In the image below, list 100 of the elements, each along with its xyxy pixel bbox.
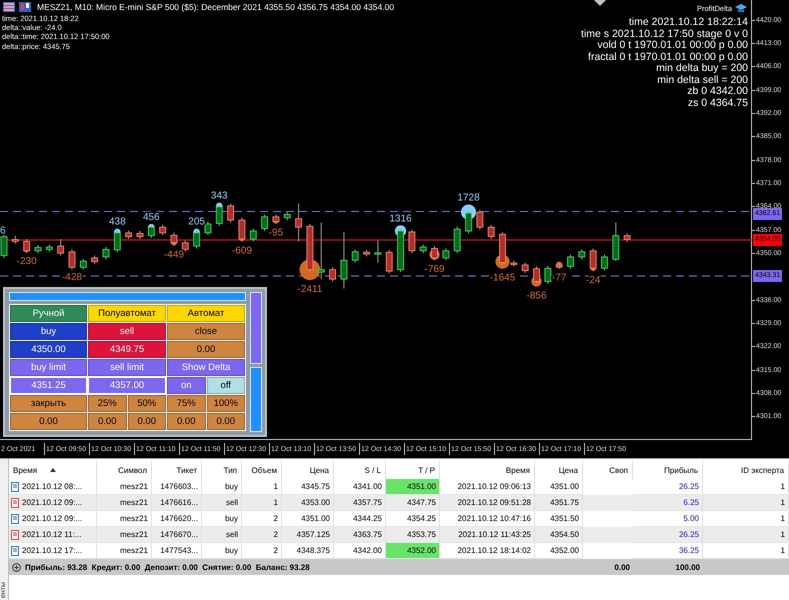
delta-label: 6 (0, 226, 6, 237)
close-part-button[interactable]: 75% (167, 395, 206, 412)
table-cell: mesz21 (120, 514, 148, 523)
column-header[interactable]: Цена (535, 461, 583, 479)
close-part-field[interactable]: 0.00 (88, 413, 126, 430)
mode-button[interactable]: Полуавтомат (88, 305, 166, 322)
close-part-field[interactable]: 0.00 (167, 413, 206, 430)
column-header[interactable]: Прибыль (633, 461, 703, 479)
table-cell: 1 (780, 546, 785, 555)
candlestick (0, 234, 8, 258)
candlestick (431, 246, 438, 261)
candlestick (544, 265, 552, 284)
table-cell: 4344.25 (353, 514, 382, 523)
table-cell: 1477543... (160, 546, 198, 555)
close-part-button[interactable]: закрыть (10, 395, 87, 412)
candlestick (295, 203, 302, 242)
column-header[interactable]: Объем (242, 461, 282, 479)
table-cell: buy (225, 482, 238, 491)
close-part-field[interactable]: 0.00 (10, 413, 87, 430)
table-cell: 4342.00 (353, 546, 382, 555)
column-header[interactable]: S / L (334, 461, 386, 479)
buy-button[interactable]: buy (10, 323, 87, 340)
candlestick (170, 232, 178, 246)
table-cell: 4363.75 (353, 530, 382, 539)
sell-button[interactable]: sell (88, 323, 166, 340)
candlestick (148, 224, 155, 239)
buy-limit-field[interactable]: 4351.25 (10, 377, 87, 394)
table-cell: 4351.75 (550, 498, 579, 507)
delta-label: 1316 (389, 213, 412, 224)
close-part-button[interactable]: 25% (88, 395, 126, 412)
mode-button[interactable]: Ручной (10, 305, 87, 322)
column-header[interactable]: Тикет (152, 461, 202, 479)
sell-limit-button[interactable]: sell limit (88, 359, 166, 376)
candlestick (46, 244, 53, 252)
candlestick (329, 266, 336, 282)
scroll-track[interactable] (250, 367, 262, 432)
info-line: zb 0 4342.00 (687, 86, 748, 98)
close-value-field[interactable]: 0.00 (167, 341, 245, 358)
table-cell: 1476670... (160, 530, 198, 539)
table-cell: 1 (780, 514, 785, 523)
column-header[interactable]: Время (9, 461, 97, 479)
close-part-button[interactable]: 100% (206, 395, 245, 412)
table-cell: 2 (274, 514, 278, 523)
candlestick (34, 244, 42, 254)
delta-label: -230 (16, 256, 37, 268)
sell-limit-field[interactable]: 4357.00 (88, 377, 166, 394)
candlestick (284, 212, 291, 221)
info-line: time s 2021.10.12 17:50 stage 0 v 0 (581, 28, 748, 40)
column-header[interactable]: Своп (583, 461, 633, 479)
show-delta-button[interactable]: Show Delta (167, 359, 245, 376)
candles-icon[interactable] (19, 2, 31, 12)
table-cell: 2021.10.12 11:43:25 (458, 530, 531, 539)
candlestick (352, 248, 359, 264)
delta-label: -609 (232, 245, 252, 256)
toggle-button[interactable]: off (206, 377, 245, 394)
table-cell: 4347.75 (386, 495, 440, 511)
scroll-thumb[interactable] (250, 292, 262, 364)
column-header[interactable]: Цена (282, 461, 334, 479)
buy-price-field[interactable]: 4350.00 (10, 341, 87, 358)
candlestick (318, 222, 325, 280)
close-part-field[interactable]: 0.00 (128, 413, 166, 430)
close-part-button[interactable]: 50% (128, 395, 166, 412)
chart-title: MESZ21, M10: Micro E-mini S&P 500 ($5): December 2021 4355.50 4356.75 4354.00 4354.00 (37, 2, 394, 12)
table-cell: 26.25 (678, 482, 699, 491)
candlestick (261, 214, 268, 232)
mode-button[interactable]: Автомат (167, 305, 245, 322)
table-cell: 4357.125 (296, 530, 330, 539)
buy-limit-button[interactable]: buy limit (10, 359, 87, 376)
toggle-button[interactable]: on (167, 377, 206, 394)
table-cell: 2021.10.12 18:14:02 (458, 546, 531, 555)
info-line: zs 0 4364.75 (688, 98, 748, 109)
table-cell: 1 (780, 482, 785, 491)
table-cell: 1476603... (160, 482, 198, 491)
column-header[interactable]: Время (440, 461, 535, 479)
candlestick (374, 240, 382, 264)
column-header[interactable]: Символ (97, 461, 152, 479)
close-button[interactable]: close (167, 323, 245, 340)
table-cell: 2 (274, 546, 278, 555)
table-cell: 2021.10.12 09:51:28 (458, 498, 531, 507)
expand-icon[interactable] (12, 562, 21, 572)
delta-label: -769 (424, 264, 445, 275)
table-cell: 2021.10.12 17:... (22, 546, 82, 555)
close-part-field[interactable]: 0.00 (206, 413, 245, 430)
info-line: time 2021.10.12 18:22:14 (628, 17, 748, 28)
table-cell: 4353.00 (301, 498, 330, 507)
candlestick (624, 232, 631, 242)
chart-shift-marker-icon[interactable] (594, 0, 606, 6)
info-line: vold 0 t 1970.01.01 00:00 p 0.00 (597, 40, 748, 52)
delta-label: -449 (164, 250, 184, 261)
table-cell: 1 (780, 498, 785, 507)
sell-price-field[interactable]: 4349.75 (88, 341, 166, 358)
candlestick (216, 204, 223, 226)
column-header[interactable]: ID эксперта (703, 461, 789, 479)
candlestick (80, 258, 87, 270)
table-cell: 4341.00 (353, 482, 382, 491)
table-cell: 4352.00 (550, 546, 579, 555)
candlestick (68, 248, 76, 270)
table-cell: 4348.375 (296, 546, 330, 555)
delta-label: -856 (526, 290, 547, 302)
column-header[interactable]: Тип (202, 461, 242, 479)
